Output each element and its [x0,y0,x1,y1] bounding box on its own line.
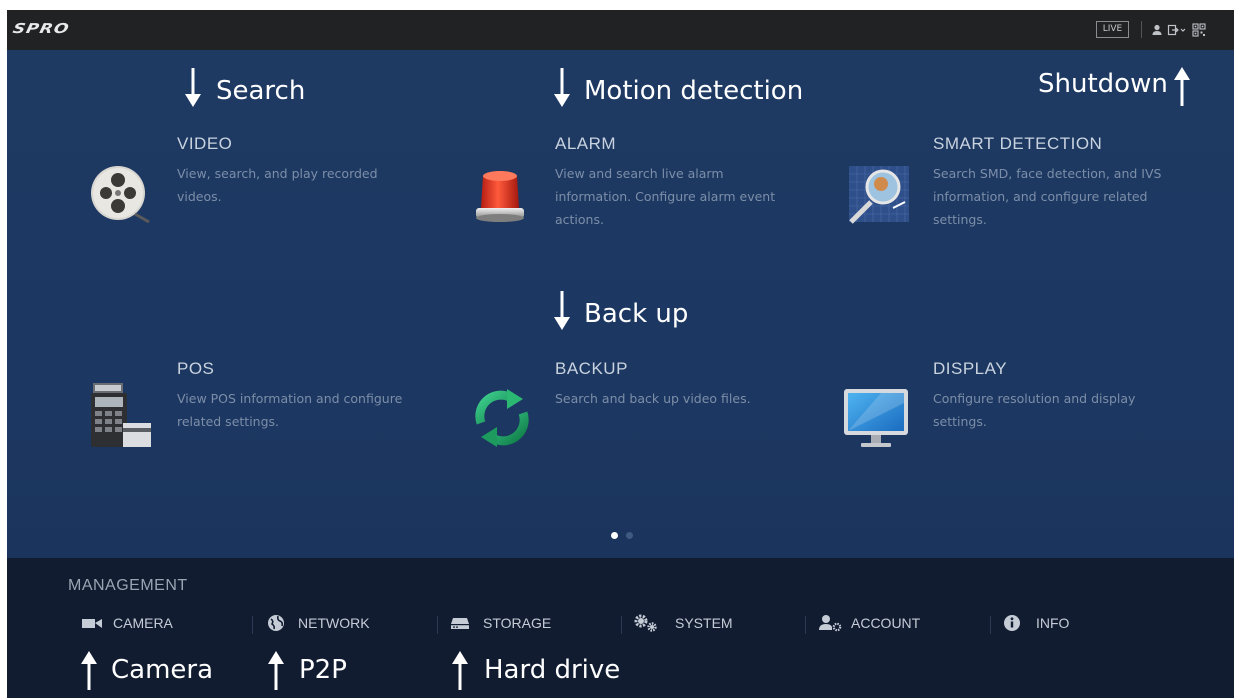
network-globe-icon [268,615,284,631]
management-title: MANAGEMENT [68,577,188,594]
annotation-back-up: Back up [584,299,689,329]
management-divider [990,616,991,634]
storage-drive-icon [451,618,469,629]
alarm-beacon-icon [476,171,524,222]
management-item-label: CAMERA [113,615,173,631]
management-divider [621,616,622,634]
arrow-up-icon [452,651,468,690]
tile-display[interactable]: DISPLAY Configure resolution and display… [839,355,1179,465]
arrow-down-icon [554,68,570,107]
management-divider [437,616,438,634]
page-dot[interactable] [626,532,633,539]
tile-title: ALARM [555,134,617,153]
page-dot-active[interactable] [611,532,618,539]
annotation-search: Search [216,76,306,106]
annotation-hard-drive: Hard drive [484,655,621,685]
management-item-label: ACCOUNT [851,615,921,631]
tile-pos[interactable]: POS View POS information and configure r… [77,355,417,465]
magnifier-icon [849,166,909,224]
film-reel-icon [91,166,150,224]
tile-description: View, search, and play recorded videos. [177,166,378,204]
tile-video[interactable]: VIDEO View, search, and play recorded vi… [77,130,397,240]
management-item-label: INFO [1036,615,1070,631]
tile-backup[interactable]: BACKUP Search and back up video files. [457,355,787,465]
management-divider [805,616,806,634]
arrow-up-icon [1174,67,1190,106]
annotation-motion-detection: Motion detection [584,76,804,106]
tile-title: VIDEO [177,134,233,153]
user-icon[interactable] [1150,23,1164,37]
qr-code-icon[interactable] [1192,23,1206,37]
gears-icon [634,614,657,632]
tile-description: View and search live alarm information. … [555,166,776,227]
tile-title: BACKUP [555,359,628,378]
dvr-main-menu: SPRO LIVE Search Motion detection Shutdo… [7,10,1234,698]
monitor-icon [844,389,908,447]
topbar-divider [1141,21,1142,38]
tile-description: Search and back up video files. [555,391,751,406]
management-bar: MANAGEMENT CAMERA NETWORK STORAGE SYSTEM… [7,558,1234,698]
camera-icon [82,619,102,628]
arrow-up-icon [81,651,97,690]
pos-terminal-icon [91,383,151,447]
backup-sync-icon [475,389,529,447]
management-divider [252,616,253,634]
logout-icon[interactable] [1167,23,1187,37]
arrow-down-icon [185,68,201,107]
annotation-camera: Camera [111,655,214,685]
arrow-up-icon [268,651,284,690]
live-button[interactable]: LIVE [1096,21,1129,38]
management-item-label: NETWORK [298,615,370,631]
account-icon [819,615,842,632]
tile-title: POS [177,359,215,378]
tile-alarm[interactable]: ALARM View and search live alarm informa… [457,130,787,240]
tile-title: SMART DETECTION [933,134,1103,153]
tile-smart-detection[interactable]: SMART DETECTION Search SMD, face detecti… [839,130,1199,240]
tile-description: Search SMD, face detection, and IVS info… [933,166,1162,227]
management-item-label: SYSTEM [675,615,733,631]
tile-description: View POS information and configure relat… [177,391,403,429]
info-icon [1004,615,1020,631]
tile-description: Configure resolution and display setting… [933,391,1136,429]
brand-logo: SPRO [11,21,71,37]
tile-title: DISPLAY [933,359,1008,378]
arrow-down-icon [554,291,570,330]
top-bar: SPRO LIVE [7,10,1234,50]
annotation-shutdown: Shutdown [1038,69,1168,99]
management-item-label: STORAGE [483,615,552,631]
annotation-p2p: P2P [299,655,347,685]
